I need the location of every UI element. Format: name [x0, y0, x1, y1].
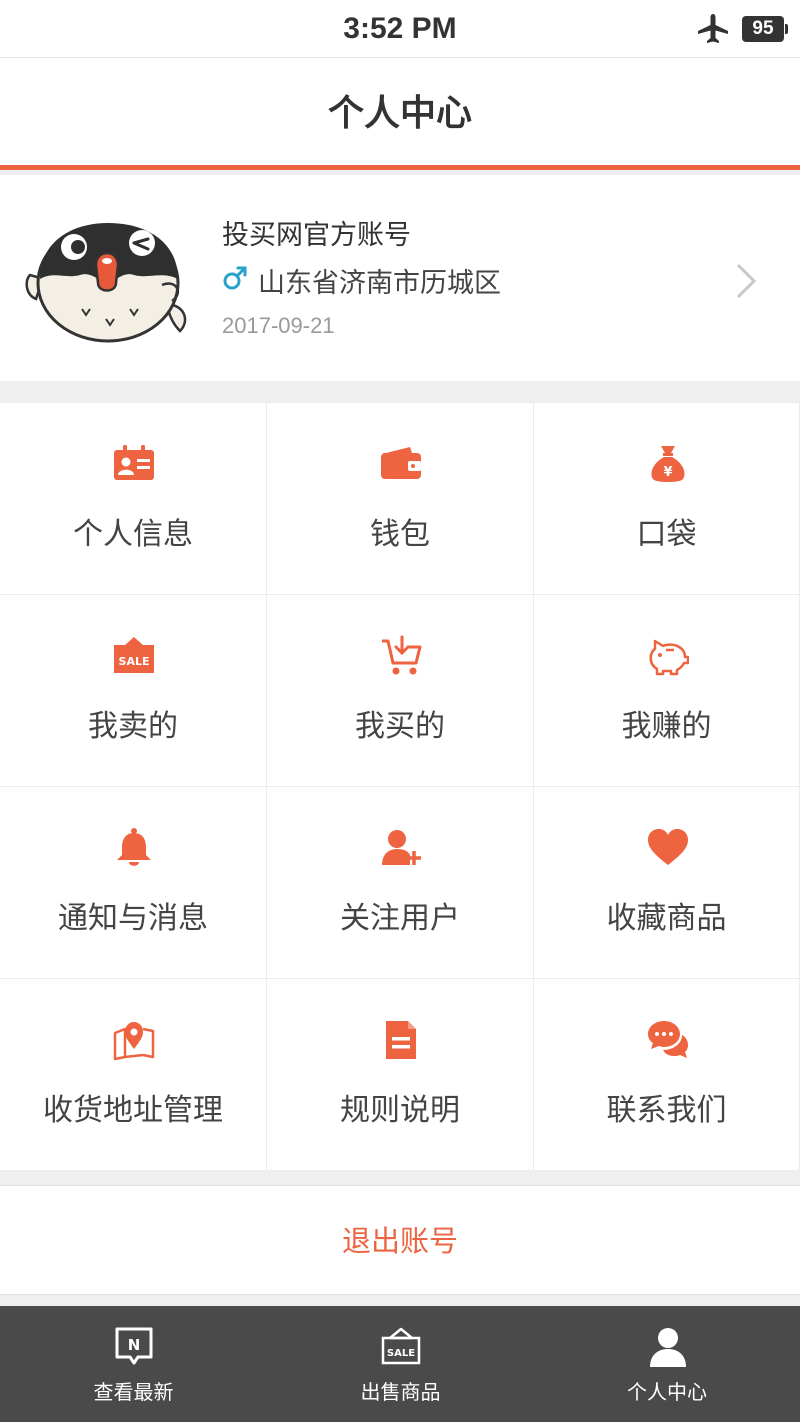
menu-grid: 个人信息 钱包 ¥ 口袋 SALE 我卖的 我买的 我赚的 通知与消息 关注用户…	[0, 403, 800, 1171]
new-badge-icon: N	[115, 1327, 153, 1365]
menu-item-label: 我卖的	[88, 709, 178, 744]
male-gender-icon	[223, 266, 247, 290]
svg-text:N: N	[128, 1336, 141, 1354]
shopping-cart-icon	[382, 635, 422, 675]
page-title: 个人中心	[327, 93, 472, 134]
menu-item-label: 通知与消息	[58, 901, 208, 936]
menu-item-my-earnings[interactable]: 我赚的	[534, 595, 800, 787]
tab-bar: N 查看最新 SALE 出售商品 个人中心	[0, 1306, 800, 1422]
logout-label: 退出账号	[341, 1224, 458, 1258]
chat-bubbles-icon	[648, 1021, 688, 1058]
svg-text:SALE: SALE	[119, 655, 150, 668]
id-card-icon	[114, 445, 154, 480]
menu-item-address-management[interactable]: 收货地址管理	[0, 979, 267, 1171]
tab-latest[interactable]: N 查看最新	[0, 1306, 267, 1422]
status-time: 3:52 PM	[343, 12, 457, 45]
status-bar: 3:52 PM 95	[0, 0, 800, 58]
tab-label: 出售商品	[360, 1380, 441, 1404]
menu-item-label: 收藏商品	[606, 901, 727, 936]
menu-item-label: 口袋	[636, 517, 697, 552]
wallet-icon	[381, 447, 421, 479]
piggy-bank-icon	[649, 639, 689, 676]
sale-tag-icon: SALE	[114, 637, 154, 673]
menu-item-label: 钱包	[370, 517, 430, 552]
menu-item-contact-us[interactable]: 联系我们	[534, 979, 800, 1171]
menu-item-notifications[interactable]: 通知与消息	[0, 787, 267, 979]
svg-text:¥: ¥	[663, 465, 672, 480]
menu-item-wallet[interactable]: 钱包	[267, 403, 534, 595]
menu-item-label: 联系我们	[606, 1093, 727, 1128]
airplane-mode-icon	[698, 14, 728, 43]
tab-personal-center[interactable]: 个人中心	[534, 1306, 800, 1422]
menu-item-label: 我赚的	[621, 709, 712, 744]
profile-date: 2017-09-21	[222, 313, 335, 338]
battery-indicator: 95	[742, 16, 788, 42]
menu-item-label: 我买的	[355, 709, 445, 744]
document-icon	[386, 1021, 416, 1059]
avatar	[25, 223, 187, 343]
map-pin-icon	[113, 1022, 155, 1061]
menu-item-favorites[interactable]: 收藏商品	[534, 787, 800, 979]
menu-item-label: 个人信息	[73, 517, 193, 552]
menu-item-personal-info[interactable]: 个人信息	[0, 403, 267, 595]
profile-card[interactable]: 投买网官方账号 山东省济南市历城区 2017-09-21	[0, 175, 800, 381]
menu-item-rules[interactable]: 规则说明	[267, 979, 534, 1171]
svg-text:SALE: SALE	[387, 1348, 415, 1359]
menu-item-label: 关注用户	[340, 901, 460, 936]
logout-button[interactable]: 退出账号	[0, 1185, 800, 1295]
profile-name: 投买网官方账号	[222, 220, 411, 251]
add-user-icon	[382, 830, 421, 865]
money-bag-icon: ¥	[651, 446, 685, 482]
tab-label: 查看最新	[93, 1380, 174, 1404]
user-icon	[650, 1328, 686, 1367]
sale-shop-icon: SALE	[381, 1327, 421, 1365]
battery-level: 95	[752, 18, 774, 39]
menu-item-my-purchases[interactable]: 我买的	[267, 595, 534, 787]
heart-icon	[648, 829, 688, 865]
bell-icon	[117, 828, 151, 866]
menu-item-pocket[interactable]: ¥ 口袋	[534, 403, 800, 595]
menu-item-my-sales[interactable]: SALE 我卖的	[0, 595, 267, 787]
menu-item-followed-users[interactable]: 关注用户	[267, 787, 534, 979]
profile-location: 山东省济南市历城区	[258, 268, 501, 299]
tab-sell-goods[interactable]: SALE 出售商品	[267, 1306, 534, 1422]
menu-item-label: 规则说明	[340, 1093, 460, 1128]
tab-label: 个人中心	[627, 1380, 707, 1404]
nav-bar: 个人中心	[0, 58, 800, 170]
chevron-right-icon[interactable]	[734, 261, 758, 301]
menu-item-label: 收货地址管理	[43, 1093, 223, 1128]
